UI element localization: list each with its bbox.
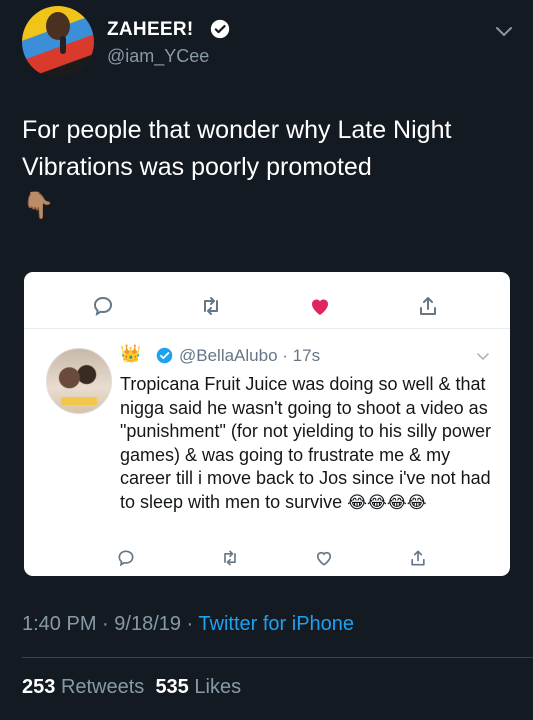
tweet-meta: 1:40 PM · 9/18/19 · Twitter for iPhone: [22, 613, 354, 636]
reply-icon[interactable]: [116, 548, 136, 568]
meta-separator: ·: [181, 613, 199, 635]
separator-dot: ·: [277, 346, 293, 365]
tweet-source-link[interactable]: Twitter for iPhone: [198, 613, 354, 635]
likes-count: 535: [155, 676, 189, 698]
retweet-icon[interactable]: [199, 294, 223, 318]
embedded-handle: @BellaAlubo: [179, 346, 278, 365]
tweet-time: 1:40 PM: [22, 613, 97, 635]
divider: [22, 657, 533, 658]
avatar-mic: [60, 36, 66, 54]
tweet-text: For people that wonder why Late Night Vi…: [22, 116, 452, 181]
retweets-label: Retweets: [60, 676, 145, 698]
display-name[interactable]: ZAHEER!: [107, 19, 194, 41]
share-icon[interactable]: [416, 294, 440, 318]
chevron-down-icon[interactable]: [495, 26, 513, 38]
tweet-date: 9/18/19: [114, 613, 181, 635]
embedded-text-body: Tropicana Fruit Juice was doing so well …: [120, 374, 491, 512]
avatar[interactable]: [22, 6, 94, 78]
likes-label: Likes: [194, 676, 242, 698]
embedded-screenshot: 👑 @BellaAlubo · 17s Tropicana Fruit Juic…: [24, 272, 510, 576]
tweet-header: ZAHEER! @iam_YCee: [22, 6, 512, 78]
embedded-handle-time[interactable]: @BellaAlubo · 17s: [179, 346, 320, 366]
crown-emoji: 👑: [120, 344, 142, 363]
share-icon[interactable]: [408, 548, 428, 568]
retweet-icon[interactable]: [220, 548, 240, 568]
heart-outline-icon[interactable]: [314, 548, 334, 568]
avatar-face: [46, 12, 70, 40]
embedded-avatar[interactable]: [46, 348, 112, 414]
tweet-stats: 253 Retweets 535 Likes: [22, 676, 241, 699]
heart-icon[interactable]: [308, 294, 332, 318]
embedded-tweet-text: Tropicana Fruit Juice was doing so well …: [120, 373, 500, 515]
verified-icon: [210, 19, 230, 39]
embedded-time: 17s: [292, 346, 321, 365]
verified-icon: [156, 347, 173, 364]
chevron-down-icon[interactable]: [476, 352, 490, 362]
meta-separator: ·: [96, 613, 115, 635]
action-bar-bottom: [24, 548, 510, 572]
action-bar-top: [24, 290, 510, 329]
retweets-stat[interactable]: 253 Retweets: [22, 676, 144, 698]
handle[interactable]: @iam_YCee: [107, 46, 209, 67]
likes-stat[interactable]: 535 Likes: [155, 676, 241, 698]
retweets-count: 253: [22, 676, 56, 698]
reply-icon[interactable]: [91, 294, 115, 318]
pointing-down-emoji: 👇🏽: [22, 190, 55, 220]
laughing-emojis: 😂😂😂😂: [347, 492, 427, 512]
avatar-logo: [61, 397, 97, 405]
